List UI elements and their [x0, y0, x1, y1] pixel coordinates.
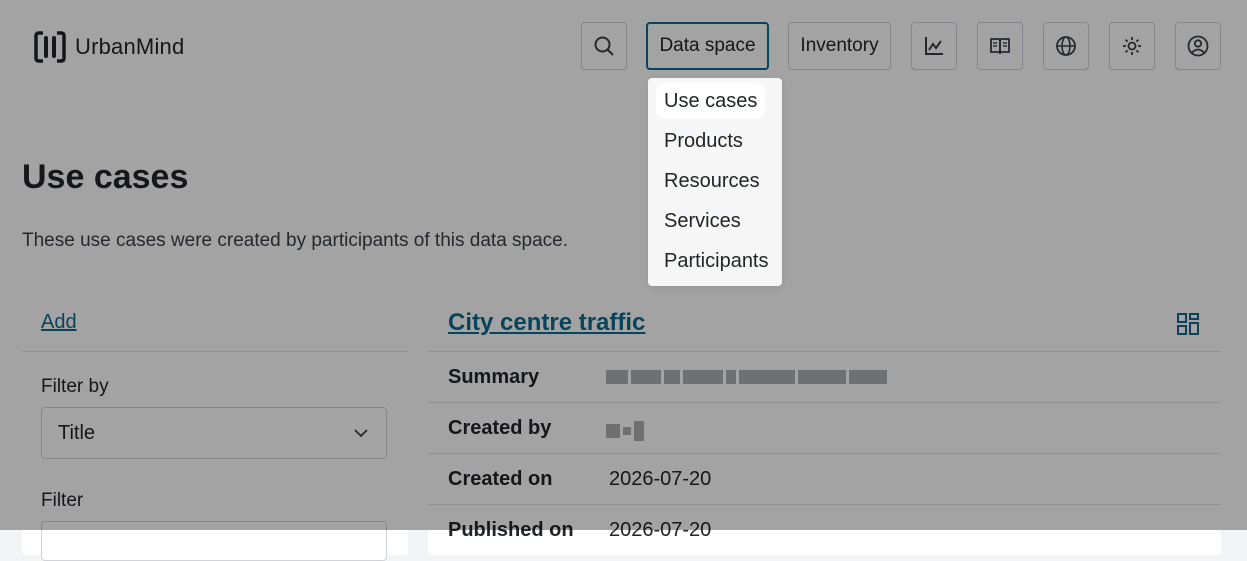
page: UrbanMind Data space Inventory Use cases… [0, 0, 1247, 561]
menu-item-products[interactable]: Products [656, 123, 751, 159]
menu-item-participants[interactable]: Participants [656, 243, 777, 279]
menu-item-services[interactable]: Services [656, 203, 749, 239]
menu-item-use-cases[interactable]: Use cases [656, 83, 766, 119]
data-space-menu: Use cases Products Resources Services Pa… [648, 78, 782, 286]
menu-item-resources[interactable]: Resources [656, 163, 768, 199]
modal-backdrop[interactable] [0, 0, 1247, 530]
